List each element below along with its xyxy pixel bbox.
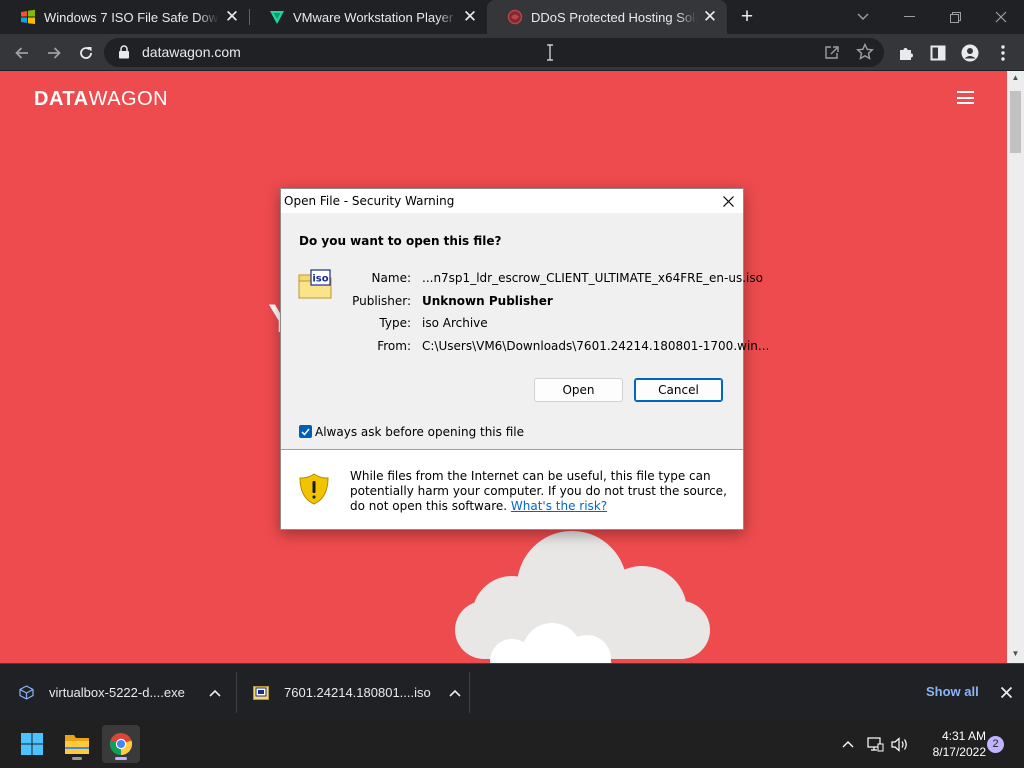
close-shelf-icon[interactable] <box>996 682 1016 702</box>
checkmark-icon <box>301 428 310 436</box>
bookmark-star-icon[interactable] <box>855 42 875 66</box>
warning-text: While files from the Internet can be use… <box>350 469 732 514</box>
name-value: ...n7sp1_ldr_escrow_CLIENT_ULTIMATE_x64F… <box>422 271 763 285</box>
download-name: 7601.24214.180801....iso <box>284 685 431 700</box>
clock-time: 4:31 AM <box>941 729 986 743</box>
tab-search-chevron-icon[interactable] <box>840 0 886 34</box>
text-cursor-icon <box>546 44 554 66</box>
tab-vmware-player[interactable]: VMware Workstation Player Download ✕ <box>249 0 487 34</box>
from-value: C:\Users\VM6\Downloads\7601.24214.180801… <box>422 339 770 353</box>
dialog-titlebar[interactable]: Open File - Security Warning <box>281 189 743 213</box>
publisher-value: Unknown Publisher <box>422 294 553 308</box>
tab-title: Windows 7 ISO File Safe Download <box>44 9 219 25</box>
show-all-button[interactable]: Show all <box>926 684 979 699</box>
always-ask-label[interactable]: Always ask before opening this file <box>315 425 524 439</box>
type-label: Type: <box>379 316 411 330</box>
warning-panel: While files from the Internet can be use… <box>281 450 743 529</box>
browser-toolbar: datawagon.com <box>0 34 1024 71</box>
windows-flag-icon <box>19 9 36 26</box>
tray-overflow-chevron-icon[interactable] <box>838 734 858 754</box>
whats-the-risk-link[interactable]: What's the risk? <box>511 499 607 513</box>
dialog-close-icon[interactable] <box>717 191 739 211</box>
chevron-up-icon[interactable] <box>205 683 225 703</box>
forward-arrow-icon[interactable] <box>41 40 67 66</box>
new-tab-plus-icon[interactable]: + <box>736 6 758 28</box>
reload-icon[interactable] <box>73 40 99 66</box>
download-item-iso[interactable]: 7601.24214.180801....iso <box>253 664 465 721</box>
notification-count-badge[interactable]: 2 <box>987 736 1004 753</box>
tab-ddos-hosting[interactable]: DDoS Protected Hosting Solutions ✕ <box>487 0 727 34</box>
back-arrow-icon[interactable] <box>9 40 35 66</box>
cloud-illustration <box>455 531 710 663</box>
download-shelf: virtualbox-5222-d....exe 7601.24214.1808… <box>0 663 1024 720</box>
volume-icon[interactable] <box>890 734 910 754</box>
minimize-window-icon[interactable] <box>886 0 932 34</box>
address-bar[interactable]: datawagon.com <box>104 38 884 67</box>
open-button[interactable]: Open <box>534 378 623 402</box>
scroll-up-arrow-icon[interactable]: ▲ <box>1007 71 1024 85</box>
clock-date: 8/17/2022 <box>932 745 986 759</box>
tab-close-icon[interactable]: ✕ <box>461 7 479 26</box>
scrollbar-thumb[interactable] <box>1010 91 1021 153</box>
chevron-up-icon[interactable] <box>445 683 465 703</box>
download-name: virtualbox-5222-d....exe <box>49 685 185 700</box>
publisher-label: Publisher: <box>352 294 411 308</box>
hamburger-menu-icon[interactable] <box>957 91 974 104</box>
datawagon-logo[interactable]: DATAWAGON <box>34 88 168 111</box>
extensions-puzzle-icon[interactable] <box>893 40 919 66</box>
page-scrollbar[interactable]: ▲ ▼ <box>1007 71 1024 663</box>
logo-light: WAGON <box>88 88 169 110</box>
scroll-down-arrow-icon[interactable]: ▼ <box>1007 647 1024 661</box>
datawagon-favicon-icon <box>506 9 523 26</box>
exe-file-icon <box>18 685 34 701</box>
dialog-question: Do you want to open this file? <box>299 234 502 248</box>
taskbar-clock[interactable]: 4:31 AM 8/17/2022 <box>914 728 986 760</box>
tab-strip: Windows 7 ISO File Safe Download ✕ VMwar… <box>0 0 1024 34</box>
iso-file-icon <box>253 685 269 701</box>
name-label: Name: <box>371 271 411 285</box>
tab-close-icon[interactable]: ✕ <box>701 7 719 26</box>
always-ask-checkbox[interactable] <box>299 425 312 438</box>
taskbar-indicator <box>115 757 127 760</box>
download-item-virtualbox[interactable]: virtualbox-5222-d....exe <box>18 664 225 721</box>
cancel-button[interactable]: Cancel <box>634 378 723 402</box>
profile-avatar-icon[interactable] <box>957 40 983 66</box>
chrome-taskbar-icon[interactable] <box>102 725 140 763</box>
side-panel-icon[interactable] <box>925 40 951 66</box>
vmware-shield-icon <box>268 9 285 26</box>
start-button-windows-icon[interactable] <box>13 725 51 763</box>
security-warning-dialog: Open File - Security Warning Do you want… <box>280 188 769 530</box>
share-icon[interactable] <box>823 44 840 66</box>
logo-bold: DATA <box>34 88 89 110</box>
tab-title: VMware Workstation Player Download <box>293 9 457 25</box>
tab-title: DDoS Protected Hosting Solutions <box>531 9 697 25</box>
network-icon[interactable] <box>865 734 885 754</box>
restore-window-icon[interactable] <box>932 0 978 34</box>
url-text[interactable]: datawagon.com <box>142 38 241 67</box>
tab-close-icon[interactable]: ✕ <box>223 7 241 26</box>
taskbar-indicator <box>72 757 82 760</box>
type-value: iso Archive <box>422 316 488 330</box>
close-window-icon[interactable] <box>978 0 1024 34</box>
shelf-divider <box>236 672 237 713</box>
file-explorer-folder-icon[interactable] <box>58 725 96 763</box>
chrome-menu-dots-icon[interactable] <box>990 40 1016 66</box>
dialog-title: Open File - Security Warning <box>284 194 455 208</box>
from-label: From: <box>377 339 411 353</box>
tab-windows7-iso[interactable]: Windows 7 ISO File Safe Download ✕ <box>0 0 249 34</box>
shelf-divider <box>469 672 470 713</box>
lock-icon[interactable] <box>118 45 130 64</box>
warning-shield-icon <box>299 473 329 505</box>
windows-taskbar: 4:31 AM 8/17/2022 2 <box>0 720 1024 768</box>
